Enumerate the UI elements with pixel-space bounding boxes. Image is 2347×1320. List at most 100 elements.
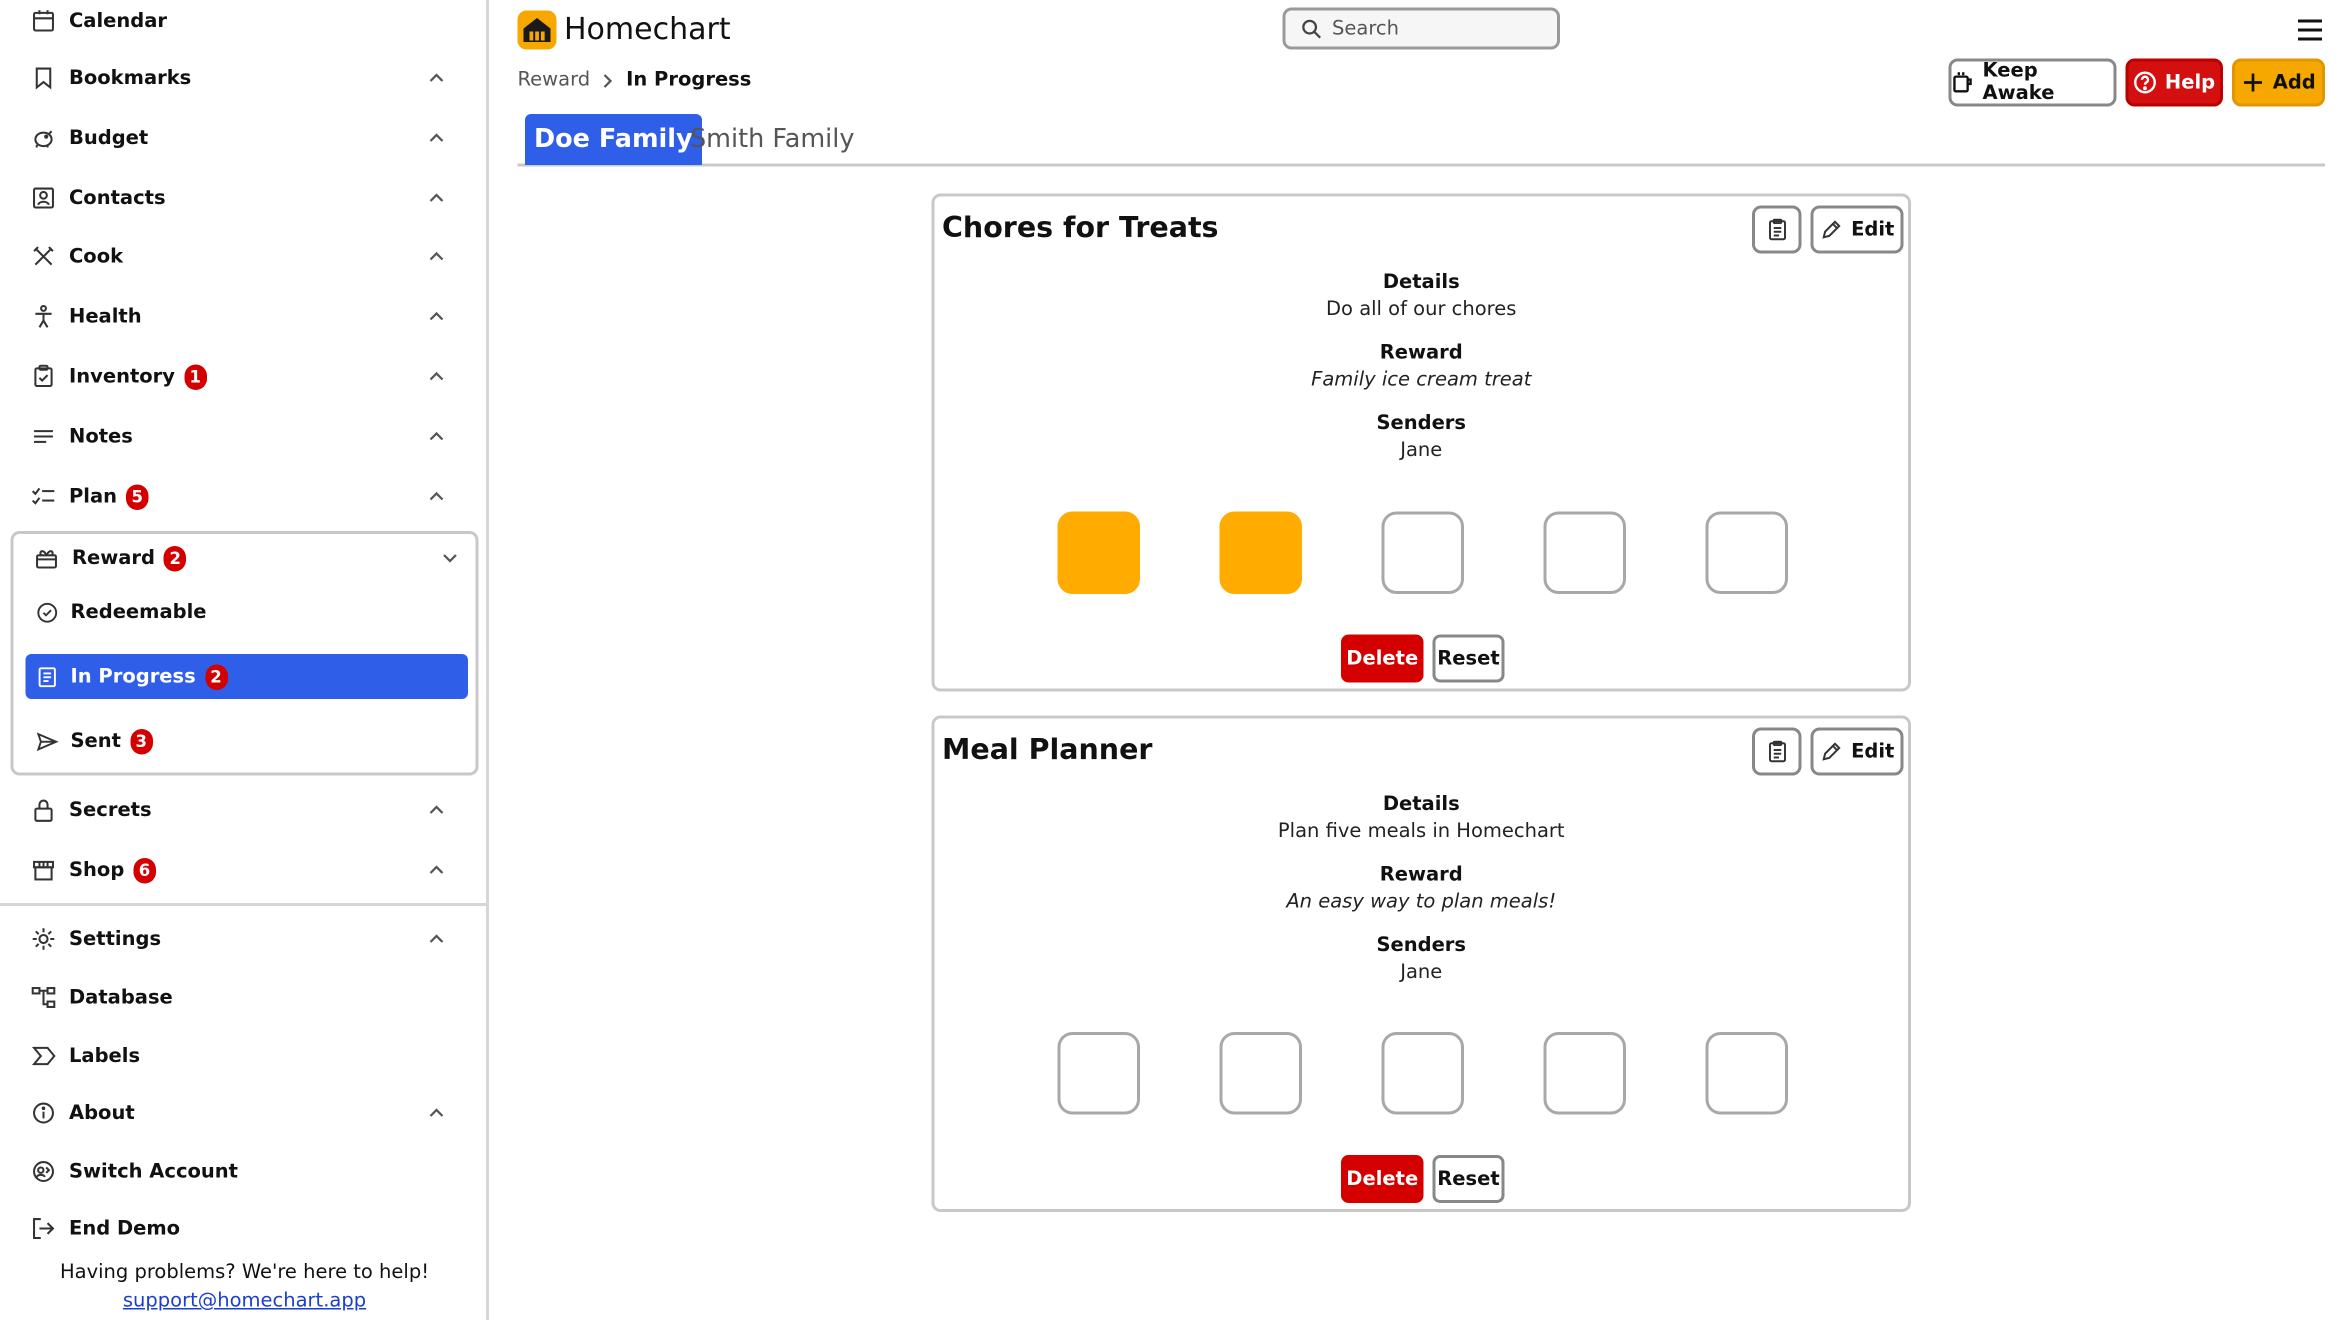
count-badge: 2: [163, 545, 187, 571]
sidebar-item-settings[interactable]: Settings: [30, 917, 459, 962]
calendar-icon: [33, 10, 54, 32]
help-text: Having problems? We're here to help!: [59, 1261, 430, 1285]
sidebar-item-label: Labels: [69, 1044, 141, 1068]
stamp-filled[interactable]: [1219, 511, 1302, 594]
switch-account-icon: [33, 1161, 54, 1182]
coffee-cup-icon: [1953, 72, 1972, 93]
sidebar: Calendar Bookmarks Budget Contacts Cook …: [0, 0, 489, 1320]
database-tree-icon: [31, 987, 56, 1008]
breadcrumb-parent[interactable]: Reward: [518, 69, 591, 92]
chevron-up-icon[interactable]: [426, 426, 447, 447]
sidebar-item-label: Reward: [72, 546, 155, 570]
stamp-empty[interactable]: [1057, 1032, 1140, 1115]
sidebar-item-inventory[interactable]: Inventory 1: [30, 354, 459, 399]
chevron-right-icon: [604, 73, 613, 88]
sidebar-divider: [0, 903, 489, 906]
stamp-empty[interactable]: [1705, 511, 1788, 594]
count-badge: 1: [184, 363, 207, 390]
sidebar-subitem-sent[interactable]: Sent 3: [26, 719, 469, 764]
reset-button[interactable]: Reset: [1432, 1155, 1505, 1203]
chevron-up-icon[interactable]: [426, 306, 447, 327]
help-button[interactable]: Help: [2125, 58, 2223, 107]
app-root: Calendar Bookmarks Budget Contacts Cook …: [0, 0, 2347, 1320]
exit-icon: [33, 1218, 55, 1239]
count-badge: 3: [129, 728, 153, 754]
piggy-bank-icon: [34, 130, 53, 148]
sidebar-item-bookmarks[interactable]: Bookmarks: [30, 56, 459, 101]
stamp-empty[interactable]: [1543, 1032, 1626, 1115]
sidebar-item-about[interactable]: About: [30, 1091, 459, 1136]
chevron-up-icon[interactable]: [426, 188, 447, 209]
sidebar-item-notes[interactable]: Notes: [30, 414, 459, 459]
tab-smith-family[interactable]: Smith Family: [681, 114, 863, 165]
reward-value: An easy way to plan meals!: [1286, 891, 1557, 914]
sidebar-item-reward[interactable]: Reward 2: [33, 536, 461, 581]
sidebar-item-switch-account[interactable]: Switch Account: [30, 1149, 459, 1194]
sidebar-item-shop[interactable]: Shop 6: [30, 848, 459, 893]
reward-card: Chores for Treats Edit Details Do all of…: [931, 193, 1911, 692]
sidebar-item-budget[interactable]: Budget: [30, 116, 459, 161]
tab-doe-family[interactable]: Doe Family: [525, 114, 702, 165]
sidebar-item-label: Cook: [69, 245, 124, 268]
senders-value: Jane: [1400, 439, 1443, 463]
sidebar-item-health[interactable]: Health: [30, 294, 459, 339]
person-icon: [35, 304, 52, 328]
add-button[interactable]: Add: [2232, 58, 2325, 107]
reward-value: Family ice cream treat: [1311, 369, 1532, 392]
stamp-filled[interactable]: [1057, 511, 1140, 594]
chevron-down-icon[interactable]: [440, 548, 461, 569]
sidebar-item-calendar[interactable]: Calendar: [30, 0, 459, 44]
sidebar-item-contacts[interactable]: Contacts: [30, 176, 459, 221]
chevron-up-icon[interactable]: [426, 366, 447, 387]
keep-awake-label: Keep Awake: [1982, 60, 2055, 105]
search-box[interactable]: [1282, 7, 1560, 50]
stamp-empty[interactable]: [1543, 511, 1626, 594]
sidebar-item-label: Budget: [69, 126, 149, 150]
sidebar-item-label: Secrets: [69, 798, 152, 822]
keep-awake-button[interactable]: Keep Awake: [1948, 58, 2117, 107]
sidebar-subitem-redeemable[interactable]: Redeemable: [26, 590, 469, 635]
sidebar-item-end-demo[interactable]: End Demo: [30, 1206, 459, 1251]
sidebar-item-labels[interactable]: Labels: [30, 1034, 459, 1079]
sidebar-item-secrets[interactable]: Secrets: [30, 788, 459, 833]
copy-button[interactable]: [1752, 727, 1802, 776]
edit-button[interactable]: Edit: [1810, 727, 1904, 776]
support-email-link[interactable]: support@homechart.app: [0, 1290, 489, 1313]
senders-value: Jane: [1400, 961, 1443, 985]
sidebar-subitem-label: In Progress: [70, 665, 196, 688]
reset-button[interactable]: Reset: [1432, 634, 1505, 683]
chevron-up-icon[interactable]: [426, 1103, 447, 1124]
chevron-up-icon[interactable]: [426, 800, 447, 821]
reward-label: Reward: [1379, 864, 1463, 887]
stamp-empty[interactable]: [1381, 1032, 1464, 1115]
chevron-up-icon[interactable]: [426, 486, 447, 507]
delete-button[interactable]: Delete: [1341, 1155, 1424, 1203]
chevron-up-icon[interactable]: [426, 860, 447, 881]
sidebar-item-plan[interactable]: Plan 5: [30, 474, 459, 519]
sidebar-item-database[interactable]: Database: [30, 975, 459, 1020]
sidebar-item-label: Notes: [69, 425, 133, 448]
plus-icon: [2244, 73, 2263, 92]
pencil-icon: [1822, 741, 1841, 760]
hamburger-menu-icon[interactable]: [2295, 18, 2325, 42]
stamp-empty[interactable]: [1705, 1032, 1788, 1115]
card-title: Meal Planner: [942, 733, 1153, 767]
copy-button[interactable]: [1752, 205, 1802, 254]
sidebar-subitem-in-progress[interactable]: In Progress 2: [25, 654, 468, 699]
stamp-empty[interactable]: [1219, 1032, 1302, 1115]
delete-button[interactable]: Delete: [1341, 634, 1424, 683]
details-label: Details: [1382, 271, 1460, 295]
search-input[interactable]: [1332, 17, 1542, 40]
chevron-up-icon[interactable]: [426, 128, 447, 149]
chevron-up-icon[interactable]: [426, 68, 447, 89]
edit-button[interactable]: Edit: [1810, 205, 1904, 254]
contacts-icon: [33, 187, 54, 209]
chevron-up-icon[interactable]: [426, 246, 447, 267]
sidebar-item-label: Database: [69, 986, 173, 1009]
bookmark-icon: [35, 67, 52, 90]
search-icon: [1302, 18, 1321, 38]
stamp-empty[interactable]: [1381, 511, 1464, 594]
sidebar-item-cook[interactable]: Cook: [30, 234, 459, 279]
chevron-up-icon[interactable]: [426, 929, 447, 950]
sidebar-subitem-label: Redeemable: [70, 600, 207, 624]
